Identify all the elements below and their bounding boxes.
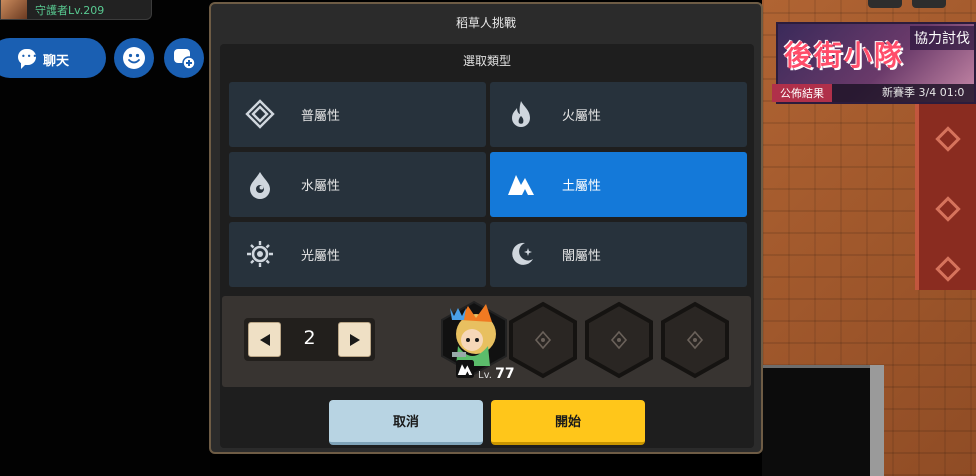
event-banner[interactable]: 後街小隊 協力討伐 公佈結果 新賽季 3/4 01:0 <box>772 22 976 104</box>
hero-level-prefix: Lv. <box>478 370 492 381</box>
type-button-dark[interactable]: 闇屬性 <box>490 222 747 287</box>
arrow-left-icon <box>260 334 270 346</box>
type-label: 普屬性 <box>301 109 341 124</box>
type-button-light[interactable]: 光屬性 <box>229 222 486 287</box>
dark-corridor <box>762 365 882 476</box>
empty-hero-slot[interactable] <box>584 301 654 379</box>
smiley-icon <box>123 47 145 69</box>
light-element-icon <box>247 241 273 267</box>
event-season-text: 新賽季 3/4 01:0 <box>882 86 965 99</box>
rug-diamond-icon <box>935 256 961 282</box>
chat-label: 聊天 <box>43 54 70 69</box>
increase-button[interactable] <box>338 322 371 357</box>
event-result-label: 公佈結果 <box>772 84 832 102</box>
event-banner-title: 後街小隊 <box>784 39 905 72</box>
corridor-wall <box>870 365 884 476</box>
hero-slot[interactable]: Lv. 77 <box>432 296 515 386</box>
type-label: 火屬性 <box>562 109 602 124</box>
chat-button[interactable]: ••• 聊天 <box>0 38 106 78</box>
water-element-icon <box>250 172 270 199</box>
type-button-water[interactable]: 水屬性 <box>229 152 486 217</box>
scarecrow-challenge-dialog: 稻草人挑戰 選取類型 普屬性 火屬性 水屬性 土屬性 光屬性 闇屬性 2 Lv.… <box>209 2 763 454</box>
event-banner-badge: 協力討伐 <box>910 26 974 50</box>
empty-hero-slot[interactable] <box>508 301 578 379</box>
add-chat-icon <box>174 49 196 70</box>
type-button-earth[interactable]: 土屬性 <box>490 152 747 217</box>
type-label: 光屬性 <box>301 249 341 264</box>
section-title: 選取類型 <box>462 54 511 68</box>
basic-element-icon <box>245 99 275 129</box>
team-count-value: 2 <box>303 327 316 349</box>
rug-diamond-icon <box>935 196 961 222</box>
type-button-basic[interactable]: 普屬性 <box>229 82 486 147</box>
menu-tab[interactable] <box>868 0 902 8</box>
type-label: 闇屬性 <box>562 249 602 264</box>
player-info[interactable]: 守護者Lv.209 <box>0 0 152 20</box>
arrow-right-icon <box>350 334 360 346</box>
dark-element-icon <box>512 242 533 265</box>
chat-dots-icon: ••• <box>21 52 39 61</box>
cancel-button[interactable]: 取消 <box>329 400 483 445</box>
decrease-button[interactable] <box>248 322 281 357</box>
type-label: 土屬性 <box>562 179 602 194</box>
dialog-title: 稻草人挑戰 <box>455 16 516 30</box>
type-label: 水屬性 <box>301 179 341 194</box>
empty-hero-slot[interactable] <box>660 301 730 379</box>
type-select-panel: 選取類型 普屬性 火屬性 水屬性 土屬性 光屬性 闇屬性 <box>220 44 754 448</box>
start-button[interactable]: 開始 <box>491 400 645 445</box>
earth-element-icon <box>508 175 534 195</box>
fire-element-icon <box>512 101 530 127</box>
add-friend-button[interactable] <box>164 38 204 78</box>
emoji-button[interactable] <box>114 38 154 78</box>
player-title: 守護者Lv.209 <box>35 4 105 17</box>
team-count-stepper[interactable]: 2 <box>244 318 375 361</box>
type-button-fire[interactable]: 火屬性 <box>490 82 747 147</box>
earth-element-icon <box>456 360 474 378</box>
team-bar: 2 Lv. 77 <box>222 296 751 387</box>
rug-diamond-icon <box>935 126 961 152</box>
menu-tab[interactable] <box>912 0 946 8</box>
player-avatar <box>1 0 27 19</box>
